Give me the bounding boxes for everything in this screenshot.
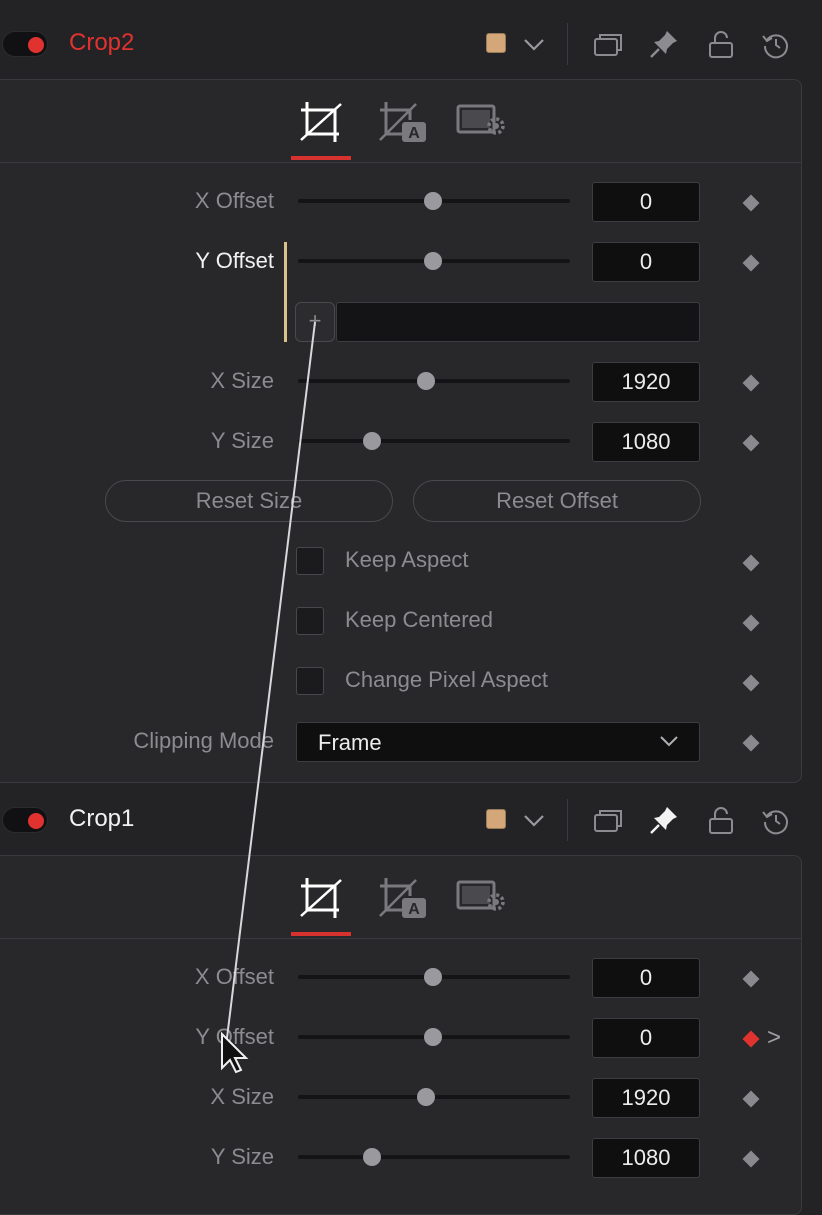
settings-tab-icon[interactable] — [456, 100, 508, 144]
chevron-down-icon[interactable] — [518, 805, 550, 837]
crop1-x-offset-slider-knob[interactable] — [424, 968, 442, 986]
change-pixel-aspect-checkbox[interactable] — [296, 667, 324, 695]
x-size-field[interactable]: 1920 — [592, 362, 700, 402]
crop1-y-offset-label: Y Offset — [195, 1024, 274, 1049]
reset-size-button[interactable]: Reset Size — [105, 480, 393, 522]
crop1-title[interactable]: Crop1 — [69, 805, 134, 833]
keep-aspect-checkbox[interactable] — [296, 547, 324, 575]
crop2-title[interactable]: Crop2 — [69, 29, 134, 57]
y-offset-field[interactable]: 0 — [592, 242, 700, 282]
y-size-field[interactable]: 1080 — [592, 422, 700, 462]
reset-offset-button[interactable]: Reset Offset — [413, 480, 701, 522]
expression-link-indicator — [284, 242, 287, 342]
clipping-mode-label: Clipping Mode — [133, 728, 274, 753]
lock-icon[interactable] — [705, 29, 737, 61]
crop1-x-size-label: X Size — [210, 1084, 274, 1109]
keep-centered-label: Keep Centered — [345, 607, 493, 632]
pin-icon[interactable] — [648, 804, 680, 836]
reset-icon[interactable] — [760, 29, 792, 61]
expression-pick-button[interactable]: + — [295, 302, 335, 342]
active-tab-indicator — [291, 156, 351, 160]
crop1-tab-bar: A — [0, 856, 801, 939]
crop1-y-size-label: Y Size — [210, 1144, 274, 1169]
crop1-x-offset-label: X Offset — [194, 964, 274, 989]
crop1-y-size-field[interactable]: 1080 — [592, 1138, 700, 1178]
reset-icon[interactable] — [760, 805, 792, 837]
x-offset-label: X Offset — [194, 188, 274, 213]
crop1-y-offset-field[interactable]: 0 — [592, 1018, 700, 1058]
crop1-x-size-field[interactable]: 1920 — [592, 1078, 700, 1118]
crop1-enable-toggle[interactable] — [2, 807, 48, 833]
versions-icon[interactable] — [592, 29, 624, 61]
crop1-x-size-slider-knob[interactable] — [417, 1088, 435, 1106]
crop-tab-icon[interactable] — [295, 876, 347, 920]
crop1-y-size-slider-knob[interactable] — [363, 1148, 381, 1166]
active-tab-indicator — [291, 932, 351, 936]
next-keyframe-icon[interactable]: > — [767, 1024, 781, 1052]
y-size-slider[interactable] — [298, 439, 570, 443]
expression-field[interactable] — [336, 302, 700, 342]
svg-text:A: A — [408, 125, 420, 142]
crop2-header: Crop2 — [0, 0, 822, 76]
y-size-label: Y Size — [210, 428, 274, 453]
keep-centered-checkbox[interactable] — [296, 607, 324, 635]
crop-auto-tab-icon[interactable]: A — [376, 876, 428, 920]
crop2-tab-bar: A — [0, 80, 801, 163]
crop2-color-swatch[interactable] — [486, 33, 506, 53]
crop1-color-swatch[interactable] — [486, 809, 506, 829]
svg-text:A: A — [408, 901, 420, 918]
crop-tab-icon[interactable] — [295, 100, 347, 144]
x-size-slider-knob[interactable] — [417, 372, 435, 390]
clipping-mode-dropdown[interactable]: Frame — [296, 722, 700, 762]
y-offset-slider-knob[interactable] — [424, 252, 442, 270]
lock-icon[interactable] — [705, 805, 737, 837]
chevron-down-icon — [660, 736, 678, 747]
x-offset-slider-knob[interactable] — [424, 192, 442, 210]
crop-auto-tab-icon[interactable]: A — [376, 100, 428, 144]
crop1-x-offset-field[interactable]: 0 — [592, 958, 700, 998]
pin-icon[interactable] — [648, 28, 680, 60]
crop2-enable-toggle[interactable] — [2, 31, 48, 57]
settings-tab-icon[interactable] — [456, 876, 508, 920]
chevron-down-icon[interactable] — [518, 29, 550, 61]
change-pixel-aspect-label: Change Pixel Aspect — [345, 667, 549, 692]
versions-icon[interactable] — [592, 805, 624, 837]
crop1-header: Crop1 — [0, 780, 822, 856]
y-size-slider-knob[interactable] — [363, 432, 381, 450]
x-size-label: X Size — [210, 368, 274, 393]
keep-aspect-label: Keep Aspect — [345, 547, 469, 572]
y-offset-label: Y Offset — [195, 248, 274, 273]
clipping-mode-value: Frame — [318, 730, 382, 755]
crop1-y-size-slider[interactable] — [298, 1155, 570, 1159]
crop1-y-offset-slider-knob[interactable] — [424, 1028, 442, 1046]
x-offset-field[interactable]: 0 — [592, 182, 700, 222]
